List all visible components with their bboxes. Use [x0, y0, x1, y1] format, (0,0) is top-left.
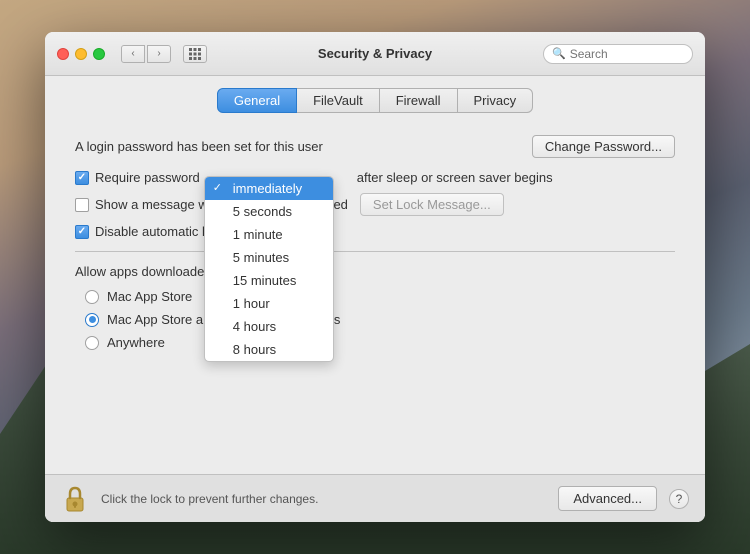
main-panel: A login password has been set for this u…: [45, 123, 705, 474]
dropdown-menu: immediately 5 seconds 1 minute 5 minutes…: [204, 176, 334, 362]
tab-general[interactable]: General: [217, 88, 297, 113]
radio-mac-app-store-identified: Mac App Store and identified developers: [85, 312, 675, 327]
tab-filevault[interactable]: FileVault: [297, 88, 380, 113]
radio-mac-app-store-btn[interactable]: [85, 290, 99, 304]
dropdown-item-immediately[interactable]: immediately: [205, 177, 333, 200]
require-password-checkbox[interactable]: [75, 171, 89, 185]
window-title: Security & Privacy: [318, 46, 432, 61]
content-area: General FileVault Firewall Privacy A log…: [45, 76, 705, 522]
radio-anywhere-btn[interactable]: [85, 336, 99, 350]
dropdown-item-4hours[interactable]: 4 hours: [205, 315, 333, 338]
back-button[interactable]: ‹: [121, 45, 145, 63]
search-box[interactable]: 🔍: [543, 44, 693, 64]
radio-mac-app-store-label: Mac App Store: [107, 289, 192, 304]
radio-anywhere: Anywhere: [85, 335, 675, 350]
titlebar: ‹ › Security & Privacy 🔍: [45, 32, 705, 76]
show-message-checkbox[interactable]: [75, 198, 89, 212]
radio-mac-app-store: Mac App Store: [85, 289, 675, 304]
dropdown-item-1minute[interactable]: 1 minute: [205, 223, 333, 246]
lock-icon: [64, 485, 86, 513]
login-password-row: A login password has been set for this u…: [75, 135, 675, 158]
disable-auto-login-row: Disable automatic login: [75, 224, 675, 239]
allow-apps-title: Allow apps downloaded from:: [75, 264, 675, 279]
divider: [75, 251, 675, 252]
set-lock-message-button[interactable]: Set Lock Message...: [360, 193, 504, 216]
radio-identified-developers-btn[interactable]: [85, 313, 99, 327]
minimize-button[interactable]: [75, 48, 87, 60]
dropdown-item-15minutes[interactable]: 15 minutes: [205, 269, 333, 292]
help-button[interactable]: ?: [669, 489, 689, 509]
maximize-button[interactable]: [93, 48, 105, 60]
tab-privacy[interactable]: Privacy: [458, 88, 534, 113]
search-icon: 🔍: [552, 47, 566, 60]
dropdown-item-1hour[interactable]: 1 hour: [205, 292, 333, 315]
disable-auto-login-checkbox[interactable]: [75, 225, 89, 239]
dropdown-item-8hours[interactable]: 8 hours: [205, 338, 333, 361]
after-sleep-text: after sleep or screen saver begins: [357, 170, 553, 185]
search-input[interactable]: [570, 47, 684, 61]
system-preferences-window: ‹ › Security & Privacy 🔍 Gener: [45, 32, 705, 522]
require-password-row: Require password immediately 5 seconds 1…: [75, 170, 675, 185]
show-message-row: Show a message when the screen is locked…: [75, 193, 675, 216]
close-button[interactable]: [57, 48, 69, 60]
tab-firewall[interactable]: Firewall: [380, 88, 458, 113]
radio-anywhere-label: Anywhere: [107, 335, 165, 350]
forward-button[interactable]: ›: [147, 45, 171, 63]
grid-button[interactable]: [183, 45, 207, 63]
tabs-bar: General FileVault Firewall Privacy: [45, 76, 705, 123]
login-password-text: A login password has been set for this u…: [75, 139, 522, 154]
dropdown-item-5minutes[interactable]: 5 minutes: [205, 246, 333, 269]
advanced-button[interactable]: Advanced...: [558, 486, 657, 511]
traffic-lights: [57, 48, 105, 60]
dropdown-item-5seconds[interactable]: 5 seconds: [205, 200, 333, 223]
lock-icon-wrapper[interactable]: [61, 483, 89, 515]
change-password-button[interactable]: Change Password...: [532, 135, 675, 158]
require-password-label: Require password: [95, 170, 200, 185]
lock-message: Click the lock to prevent further change…: [101, 492, 546, 506]
nav-buttons: ‹ ›: [121, 45, 171, 63]
footer: Click the lock to prevent further change…: [45, 474, 705, 522]
